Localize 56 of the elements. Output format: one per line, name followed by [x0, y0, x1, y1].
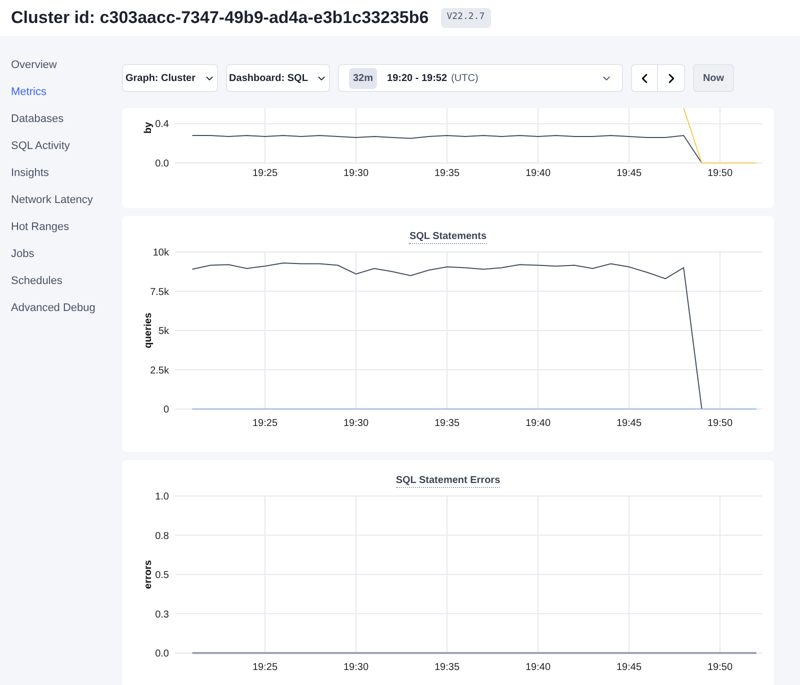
- x-tick-label: 19:25: [252, 168, 278, 179]
- y-axis-label: queries: [143, 312, 154, 348]
- sidebar-item[interactable]: Advanced Debug: [11, 301, 96, 328]
- x-tick-label: 19:40: [525, 662, 551, 673]
- x-tick-label: 19:30: [343, 168, 369, 179]
- y-tick-label: 0: [163, 404, 169, 416]
- x-tick-label: 19:45: [616, 168, 642, 179]
- x-tick-label: 19:50: [707, 418, 733, 429]
- y-tick-label: 0.5: [155, 570, 169, 581]
- x-tick-label: 19:35: [434, 168, 460, 179]
- time-range-dropdown[interactable]: 32m 19:20 - 19:52 (UTC): [338, 64, 623, 92]
- y-tick-label: 5k: [158, 326, 169, 337]
- sidebar-item[interactable]: Jobs: [11, 247, 34, 274]
- y-tick-label: 2.5k: [150, 365, 169, 376]
- x-tick-label: 19:45: [616, 418, 642, 429]
- y-tick-label: 7.5k: [150, 286, 169, 298]
- page-title: Cluster id: c303aacc-7347-49b9-ad4a-e3b1c33235b6: [11, 7, 429, 30]
- x-tick-label: 19:35: [434, 662, 460, 673]
- x-tick-label: 19:40: [525, 168, 551, 179]
- timezone-text: (UTC): [451, 72, 478, 86]
- previous-button[interactable]: [631, 64, 658, 92]
- y-tick-label: 10k: [152, 248, 169, 258]
- sidebar-item[interactable]: SQL Activity: [11, 139, 70, 166]
- sidebar-item[interactable]: Network Latency: [11, 193, 93, 220]
- y-axis-label: by: [143, 122, 154, 134]
- sidebar-item[interactable]: Hot Ranges: [11, 220, 70, 247]
- x-tick-label: 19:45: [616, 662, 642, 673]
- chart-title: SQL Statements: [409, 230, 487, 244]
- x-tick-label: 19:25: [252, 418, 278, 429]
- sidebar-item[interactable]: Databases: [11, 112, 64, 139]
- graph-dropdown[interactable]: Graph: Cluster: [122, 64, 218, 92]
- sidebar-item[interactable]: Metrics: [11, 85, 46, 112]
- chart-title: SQL Statement Errors: [396, 474, 500, 488]
- y-tick-label: 0.4: [155, 119, 169, 130]
- time-range-text: 19:20 - 19:52: [387, 72, 448, 86]
- dashboard-dropdown[interactable]: Dashboard: SQL: [226, 64, 330, 92]
- y-tick-label: 1.0: [155, 492, 169, 502]
- y-tick-label: 0.0: [155, 158, 169, 170]
- version-badge: V22.2.7: [440, 8, 491, 28]
- x-tick-label: 19:35: [434, 418, 460, 429]
- now-button[interactable]: Now: [693, 64, 734, 92]
- sidebar-item[interactable]: Overview: [11, 58, 57, 85]
- x-tick-label: 19:30: [343, 418, 369, 429]
- x-tick-label: 19:30: [343, 662, 369, 673]
- y-tick-label: 0.3: [155, 609, 169, 620]
- y-tick-label: 0.8: [155, 530, 169, 542]
- next-button[interactable]: [658, 64, 685, 92]
- x-tick-label: 19:25: [252, 662, 278, 673]
- x-tick-label: 19:50: [707, 168, 733, 179]
- sidebar-item[interactable]: Schedules: [11, 274, 62, 301]
- x-tick-label: 19:40: [525, 418, 551, 429]
- y-tick-label: 0.0: [155, 648, 169, 660]
- y-axis-label: errors: [143, 560, 154, 589]
- x-tick-label: 19:50: [707, 662, 733, 673]
- sidebar-item[interactable]: Insights: [11, 166, 49, 193]
- duration-badge: 32m: [349, 68, 378, 88]
